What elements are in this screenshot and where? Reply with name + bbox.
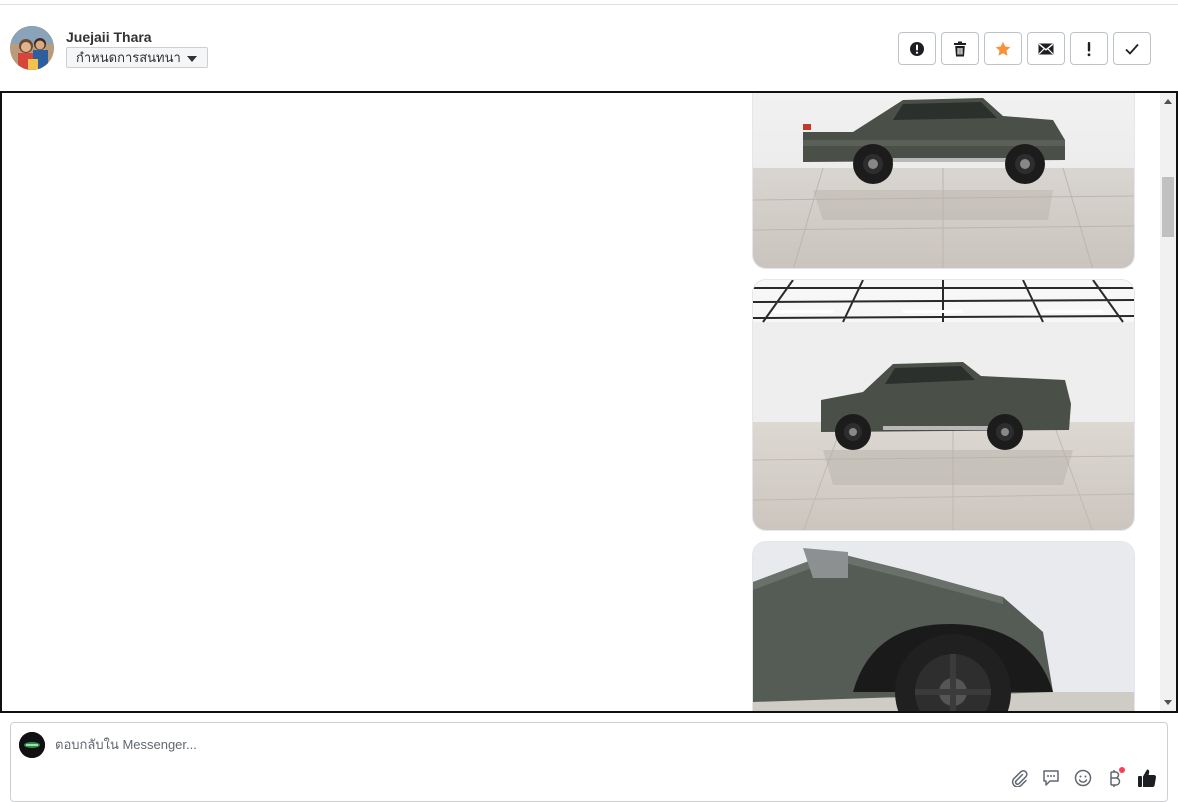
thread-scrollbar[interactable] bbox=[1160, 93, 1176, 711]
page-avatar bbox=[19, 732, 45, 758]
reply-composer bbox=[10, 722, 1168, 802]
user-avatar[interactable] bbox=[10, 26, 54, 70]
scroll-up-arrow-icon[interactable] bbox=[1164, 99, 1172, 104]
reply-tools bbox=[1009, 767, 1157, 789]
scroll-down-arrow-icon[interactable] bbox=[1164, 700, 1172, 705]
image-icon bbox=[753, 280, 1134, 530]
check-icon bbox=[1125, 43, 1139, 55]
assign-conversation-dropdown[interactable]: กำหนดการสนทนา bbox=[66, 47, 208, 68]
message-photo-truck-showroom[interactable] bbox=[752, 279, 1135, 531]
thumbs-up-icon bbox=[1138, 769, 1157, 787]
mark-done-button[interactable] bbox=[1113, 32, 1151, 65]
smiley-icon bbox=[1074, 769, 1092, 787]
message-photo-truck-side[interactable] bbox=[752, 93, 1135, 269]
attach-button[interactable] bbox=[1009, 767, 1029, 789]
trash-icon bbox=[954, 41, 966, 56]
envelope-icon bbox=[1038, 43, 1054, 54]
notification-dot bbox=[1119, 767, 1125, 773]
like-button[interactable] bbox=[1137, 767, 1157, 789]
payment-button[interactable] bbox=[1105, 767, 1125, 789]
mark-unread-button[interactable] bbox=[1027, 32, 1065, 65]
assign-conversation-label: กำหนดการสนทนา bbox=[76, 50, 181, 65]
exclamation-icon bbox=[1087, 41, 1091, 56]
user-name[interactable]: Juejaii Thara bbox=[66, 29, 152, 45]
conversation-header: Juejaii Thara กำหนดการสนทนา bbox=[0, 5, 1178, 91]
chat-bubble-icon bbox=[1043, 770, 1059, 786]
paperclip-icon bbox=[1011, 770, 1028, 787]
image-icon bbox=[753, 93, 1134, 268]
image-icon bbox=[753, 542, 1134, 711]
saved-replies-button[interactable] bbox=[1041, 767, 1061, 789]
follow-up-button[interactable] bbox=[1070, 32, 1108, 65]
delete-button[interactable] bbox=[941, 32, 979, 65]
caret-down-icon bbox=[186, 56, 197, 62]
scrollbar-thumb[interactable] bbox=[1162, 177, 1174, 237]
reply-input[interactable] bbox=[55, 737, 955, 752]
star-icon bbox=[995, 41, 1011, 56]
emoji-button[interactable] bbox=[1073, 767, 1093, 789]
conversation-thread[interactable] bbox=[0, 91, 1178, 713]
message-photo-truck-wheel[interactable] bbox=[752, 541, 1135, 711]
mark-spam-button[interactable] bbox=[898, 32, 936, 65]
star-button[interactable] bbox=[984, 32, 1022, 65]
exclamation-circle-icon bbox=[910, 41, 924, 56]
header-actions bbox=[898, 32, 1151, 65]
